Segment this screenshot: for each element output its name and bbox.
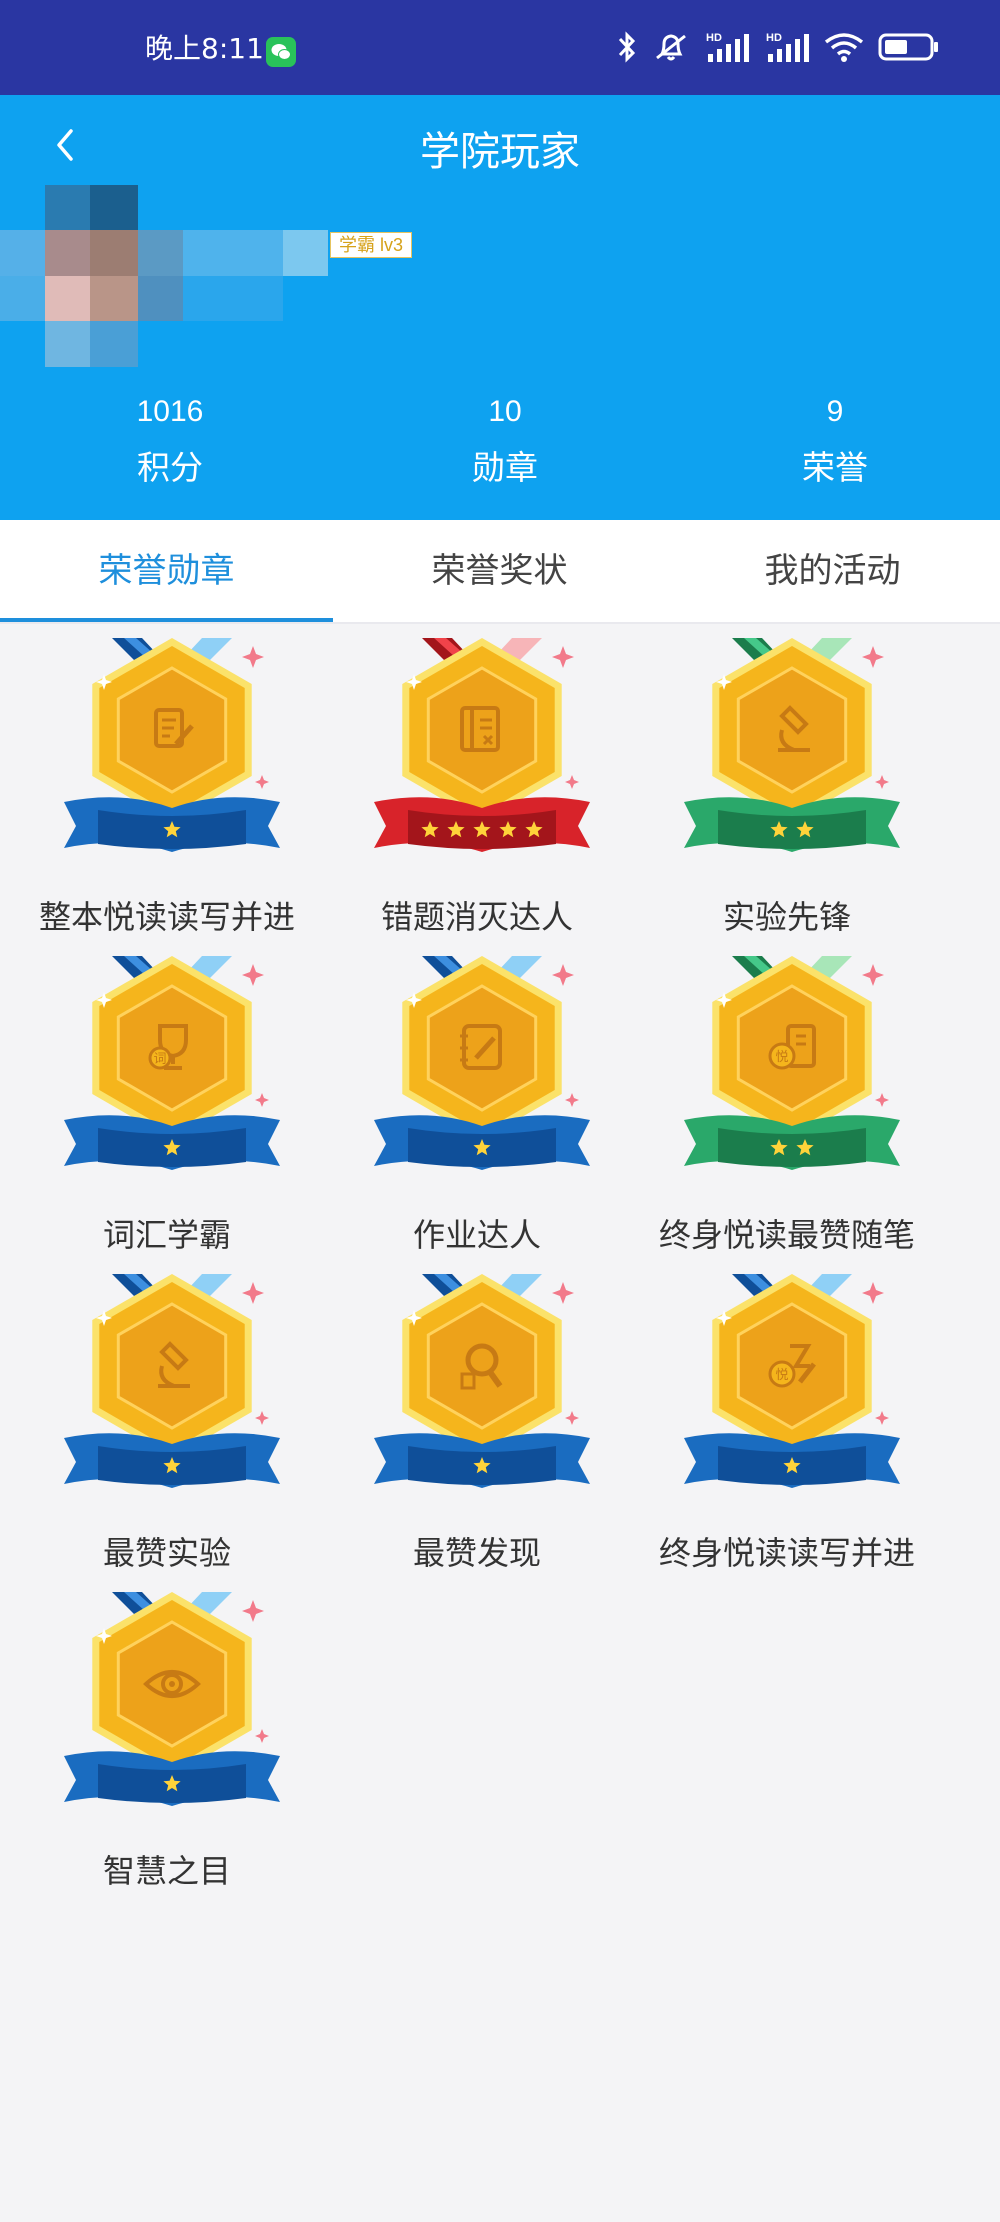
medal-item[interactable]: 整本悦读读写并进	[7, 630, 327, 940]
medal-graphic	[64, 1592, 280, 1806]
medal-item[interactable]: 最赞实验	[7, 1266, 327, 1576]
medal-name: 智慧之目	[102, 1852, 231, 1890]
medal-item[interactable]: 实验先锋	[627, 630, 947, 940]
medal-item[interactable]: 作业达人	[317, 948, 637, 1258]
stat-points-label: 积分	[137, 448, 203, 487]
medal-graphic: 词	[64, 956, 280, 1170]
signal-2-icon: HD	[766, 32, 809, 62]
signal-1-icon: HD	[706, 32, 749, 62]
tab-honor-certificates[interactable]: 荣誉奖状	[333, 520, 666, 622]
tab-bar: 荣誉勋章 荣誉奖状 我的活动	[0, 520, 1000, 622]
medal-graphic	[684, 638, 900, 852]
medal-name: 词汇学霸	[102, 1216, 231, 1254]
stat-points[interactable]: 1016 积分	[40, 395, 300, 489]
avatar[interactable]	[0, 185, 330, 367]
medal-graphic	[64, 1274, 280, 1488]
tab-honor-medals[interactable]: 荣誉勋章	[0, 520, 333, 622]
page-title: 学院玩家	[420, 129, 580, 175]
medal-graphic	[374, 956, 590, 1170]
svg-text:悦: 悦	[775, 1368, 788, 1383]
medal-name: 作业达人	[412, 1216, 541, 1254]
wechat-notification-icon	[266, 37, 296, 67]
stat-points-value: 1016	[136, 395, 204, 428]
medal-graphic	[374, 638, 590, 852]
medal-name: 整本悦读读写并进	[38, 898, 295, 936]
svg-text:HD: HD	[766, 32, 782, 44]
medal-item[interactable]: 智慧之目	[7, 1584, 327, 1894]
divider	[0, 622, 1000, 624]
medal-item[interactable]: 错题消灭达人	[317, 630, 637, 940]
svg-text:HD: HD	[706, 32, 722, 44]
status-icons: HD HD	[616, 30, 940, 64]
stat-honors-label: 荣誉	[802, 448, 868, 487]
tab-my-activities[interactable]: 我的活动	[666, 520, 999, 622]
medal-item[interactable]: 最赞发现	[317, 1266, 637, 1576]
stat-badges-label: 勋章	[472, 448, 538, 487]
mute-bell-icon	[656, 34, 686, 61]
svg-text:悦: 悦	[775, 1050, 788, 1065]
medal-item[interactable]: 词词汇学霸	[7, 948, 327, 1258]
medal-graphic	[374, 1274, 590, 1488]
status-time: 晚上8:11	[145, 32, 264, 65]
medal-name: 终身悦读最赞随笔	[658, 1216, 915, 1254]
medal-name: 最赞实验	[102, 1534, 231, 1572]
medal-name: 错题消灭达人	[380, 898, 573, 936]
profile-header: 学院玩家 学霸 lv3 1016 积分 10 勋章 9 荣誉	[0, 95, 1000, 520]
medal-graphic	[64, 638, 280, 852]
bluetooth-icon	[618, 31, 636, 63]
stat-badges-value: 10	[488, 395, 522, 428]
wifi-icon	[824, 33, 864, 62]
medal-name: 最赞发现	[412, 1534, 541, 1572]
medal-graphic: 悦	[684, 956, 900, 1170]
status-bar: 晚上8:11 HD HD	[0, 0, 1000, 95]
medal-name: 实验先锋	[722, 898, 851, 936]
level-badge: 学霸 lv3	[330, 232, 413, 258]
medal-name: 终身悦读读写并进	[658, 1534, 915, 1572]
medal-item[interactable]: 悦终身悦读读写并进	[627, 1266, 947, 1576]
battery-icon	[878, 33, 938, 61]
stat-honors[interactable]: 9 荣誉	[705, 395, 965, 489]
medal-item[interactable]: 悦终身悦读最赞随笔	[627, 948, 947, 1258]
medal-graphic: 悦	[684, 1274, 900, 1488]
svg-text:词: 词	[153, 1052, 166, 1067]
stat-badges[interactable]: 10 勋章	[375, 395, 635, 489]
stat-honors-value: 9	[826, 395, 844, 428]
